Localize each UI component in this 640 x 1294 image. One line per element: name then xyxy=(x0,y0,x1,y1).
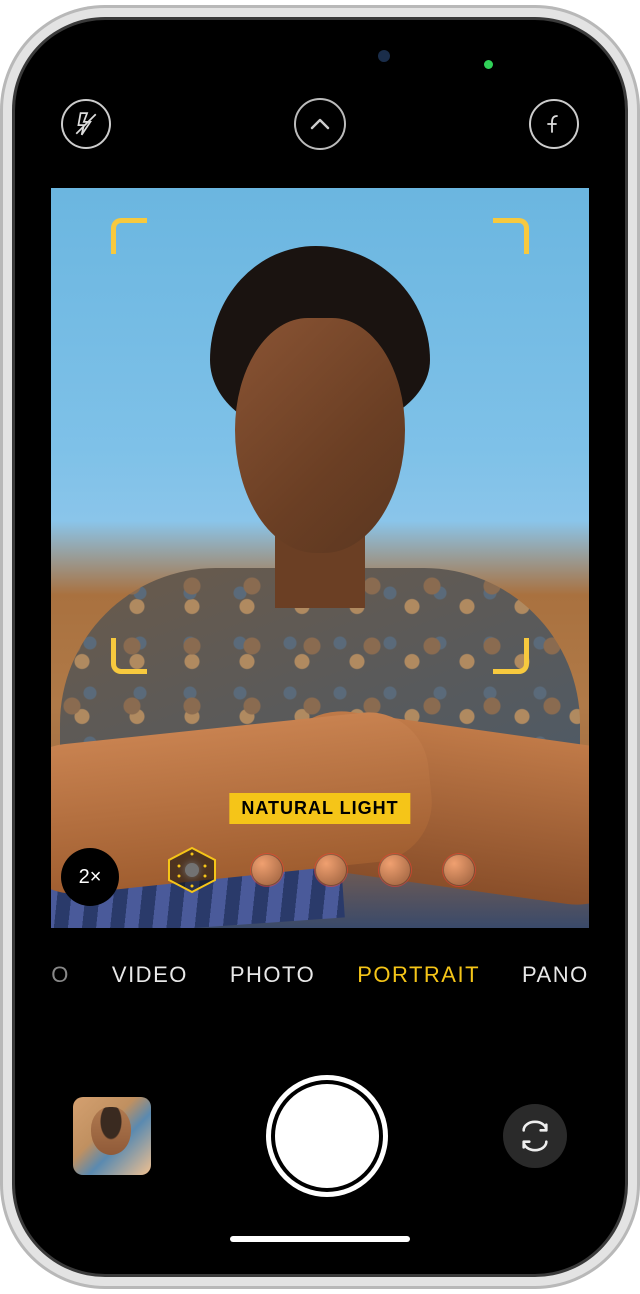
mode-item-portrait[interactable]: PORTRAIT xyxy=(357,962,480,988)
home-indicator[interactable] xyxy=(230,1236,410,1242)
f-number-icon xyxy=(542,112,566,136)
volume-up-button xyxy=(15,320,16,390)
lighting-option[interactable] xyxy=(443,854,475,886)
lighting-selector[interactable] xyxy=(165,846,475,894)
mode-item[interactable]: O xyxy=(51,962,70,988)
flash-toggle-button[interactable] xyxy=(61,99,111,149)
camera-bottom-bar xyxy=(35,1076,605,1196)
zoom-level-button[interactable]: 2× xyxy=(61,848,119,906)
focus-corner-icon xyxy=(493,638,529,674)
mode-item-photo[interactable]: PHOTO xyxy=(230,962,315,988)
notch xyxy=(200,38,440,74)
last-photo-thumbnail[interactable] xyxy=(73,1097,151,1175)
silence-switch xyxy=(15,240,16,280)
camera-flip-icon xyxy=(518,1119,552,1153)
shutter-button[interactable] xyxy=(275,1084,379,1188)
volume-down-button xyxy=(15,410,16,480)
focus-corner-icon xyxy=(111,638,147,674)
focus-corner-icon xyxy=(111,218,147,254)
lighting-option[interactable] xyxy=(315,854,347,886)
hexagon-icon xyxy=(165,846,219,894)
iphone-device-frame: NATURAL LIGHT 2× xyxy=(15,20,625,1274)
camera-in-use-indicator xyxy=(484,60,493,69)
lighting-option[interactable] xyxy=(379,854,411,886)
lighting-option-selected[interactable] xyxy=(165,846,219,894)
viewfinder[interactable]: NATURAL LIGHT 2× xyxy=(51,188,589,928)
camera-top-bar xyxy=(35,92,605,156)
chevron-up-icon xyxy=(310,118,330,130)
zoom-level-value: 2× xyxy=(79,866,102,889)
mode-item-video[interactable]: VIDEO xyxy=(112,962,188,988)
lighting-option[interactable] xyxy=(251,854,283,886)
focus-corner-icon xyxy=(493,218,529,254)
flash-off-icon xyxy=(73,111,99,137)
lighting-mode-label: NATURAL LIGHT xyxy=(229,793,410,824)
camera-mode-selector[interactable]: O VIDEO PHOTO PORTRAIT PANO xyxy=(35,950,605,1000)
power-button xyxy=(624,340,625,450)
camera-controls-expand-button[interactable] xyxy=(294,98,346,150)
camera-flip-button[interactable] xyxy=(503,1104,567,1168)
mode-item-pano[interactable]: PANO xyxy=(522,962,589,988)
screen: NATURAL LIGHT 2× xyxy=(35,38,605,1256)
depth-control-button[interactable] xyxy=(529,99,579,149)
